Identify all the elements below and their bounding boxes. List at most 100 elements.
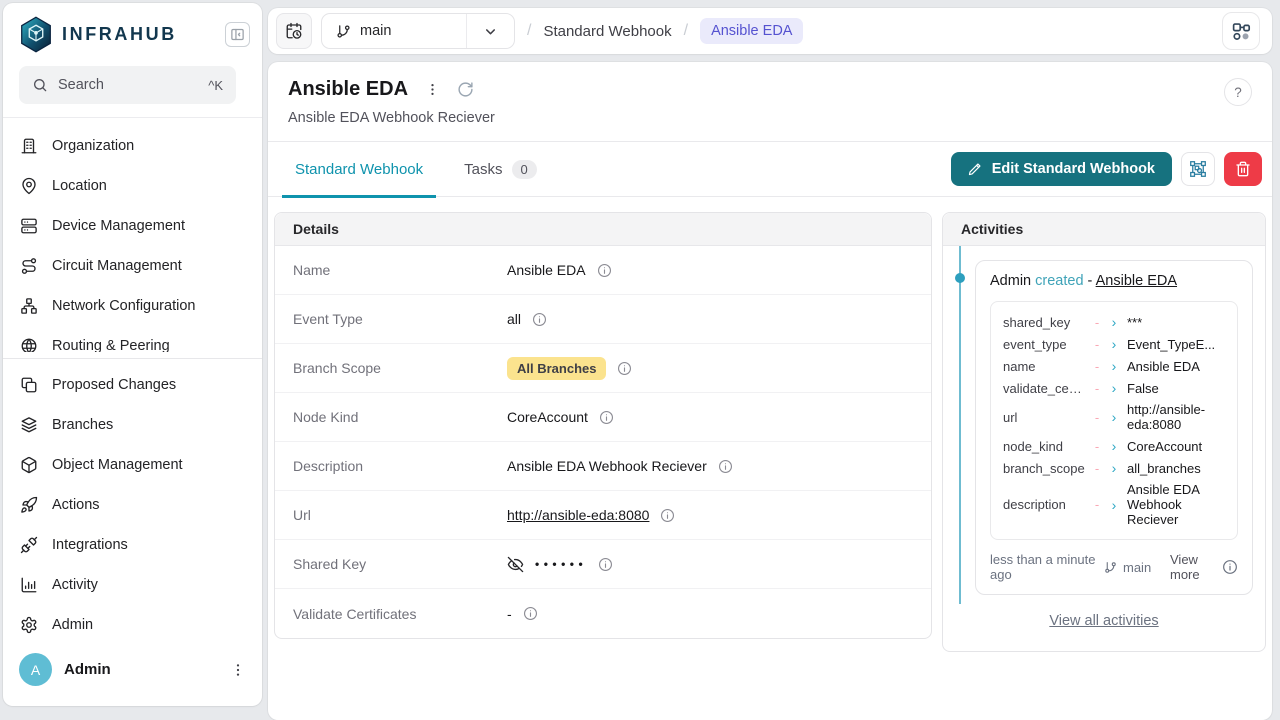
user-menu[interactable]: A Admin bbox=[3, 653, 262, 706]
delete-button[interactable] bbox=[1224, 152, 1262, 186]
activity-property-validate-certificates: validate_certificates-›False bbox=[1003, 377, 1225, 399]
sidebar-item-routing-peering[interactable]: Routing & Peering bbox=[3, 326, 262, 352]
info-icon[interactable] bbox=[617, 361, 632, 376]
shared-key-masked: •••••• bbox=[535, 557, 587, 571]
previous-value-dash: - bbox=[1093, 410, 1101, 425]
info-icon[interactable] bbox=[532, 312, 547, 327]
detail-row-shared-key: Shared Key •••••• bbox=[275, 540, 931, 589]
detail-row-branch-scope: Branch Scope All Branches bbox=[275, 344, 931, 393]
sidebar-item-network-configuration[interactable]: Network Configuration bbox=[3, 286, 262, 326]
previous-value-dash: - bbox=[1093, 439, 1101, 454]
content-area: Details Name Ansible EDA Event Type all bbox=[268, 197, 1272, 720]
activity-property-node-kind: node_kind-›CoreAccount bbox=[1003, 435, 1225, 457]
info-icon[interactable] bbox=[718, 459, 733, 474]
tasks-count-badge: 0 bbox=[512, 160, 537, 179]
view-all-activities-link[interactable]: View all activities bbox=[955, 613, 1253, 629]
activity-actor: Admin bbox=[990, 273, 1031, 289]
sidebar-item-admin[interactable]: Admin bbox=[3, 605, 262, 645]
topbar: main / Standard Webhook / Ansible EDA bbox=[268, 8, 1272, 54]
kebab-icon bbox=[425, 82, 440, 97]
search-icon bbox=[32, 77, 48, 93]
url-link[interactable]: http://ansible-eda:8080 bbox=[507, 507, 649, 523]
refresh-button[interactable] bbox=[457, 81, 474, 98]
refresh-icon bbox=[457, 81, 474, 98]
tab-standard-webhook[interactable]: Standard Webhook bbox=[282, 142, 436, 197]
activity-property-branch-scope: branch_scope-›all_branches bbox=[1003, 457, 1225, 479]
info-icon[interactable] bbox=[523, 606, 538, 621]
tab-tasks[interactable]: Tasks 0 bbox=[451, 142, 550, 197]
search-placeholder: Search bbox=[58, 77, 104, 93]
view-more-link[interactable]: View more bbox=[1170, 552, 1214, 582]
sidebar-item-proposed-changes[interactable]: Proposed Changes bbox=[3, 365, 262, 405]
edit-button[interactable]: Edit Standard Webhook bbox=[951, 152, 1172, 186]
tabs-row: Standard Webhook Tasks 0 Edit Standard W… bbox=[268, 142, 1272, 197]
detail-row-name: Name Ansible EDA bbox=[275, 246, 931, 295]
sidebar-item-circuit-management[interactable]: Circuit Management bbox=[3, 246, 262, 286]
eye-off-icon[interactable] bbox=[507, 556, 524, 573]
help-button[interactable]: ? bbox=[1224, 78, 1252, 106]
info-icon[interactable] bbox=[599, 410, 614, 425]
sidebar-item-location[interactable]: Location bbox=[3, 166, 262, 206]
detail-value-description: Ansible EDA Webhook Reciever bbox=[507, 458, 707, 474]
breadcrumb-parent[interactable]: Standard Webhook bbox=[543, 23, 671, 40]
previous-value-dash: - bbox=[1093, 381, 1101, 396]
activities-panel-title: Activities bbox=[943, 213, 1265, 246]
pencil-icon bbox=[968, 162, 982, 176]
cube-icon bbox=[20, 456, 38, 474]
apps-button[interactable] bbox=[1222, 12, 1260, 50]
activity-timeline: Admin created - Ansible EDA shared_key-›… bbox=[955, 260, 1253, 595]
page-header: Ansible EDA bbox=[268, 62, 1272, 142]
info-icon[interactable] bbox=[597, 263, 612, 278]
page-card: Ansible EDA bbox=[268, 62, 1272, 720]
sidebar-header: INFRAHUB Search ^K bbox=[3, 3, 262, 104]
branch-selector[interactable]: main bbox=[321, 13, 515, 49]
activity-target-link[interactable]: Ansible EDA bbox=[1096, 273, 1177, 289]
details-panel: Details Name Ansible EDA Event Type all bbox=[274, 212, 932, 639]
route-icon bbox=[20, 257, 38, 275]
sidebar-item-device-management[interactable]: Device Management bbox=[3, 206, 262, 246]
sidebar-collapse-button[interactable] bbox=[225, 22, 250, 47]
branch-selector-caret[interactable] bbox=[466, 14, 514, 48]
activity-branch: main bbox=[1104, 560, 1151, 575]
activity-property-url: url-›http://ansible-eda:8080 bbox=[1003, 399, 1225, 435]
breadcrumb-separator: / bbox=[684, 22, 688, 40]
activity-property-name: name-›Ansible EDA bbox=[1003, 355, 1225, 377]
detail-row-node-kind: Node Kind CoreAccount bbox=[275, 393, 931, 442]
info-icon[interactable] bbox=[1222, 559, 1238, 575]
sidebar-nav: OrganizationLocationDevice ManagementCir… bbox=[3, 118, 262, 645]
sidebar-item-organization[interactable]: Organization bbox=[3, 126, 262, 166]
page-title: Ansible EDA bbox=[288, 78, 408, 101]
logo-wordmark: INFRAHUB bbox=[62, 24, 177, 45]
breadcrumb-current[interactable]: Ansible EDA bbox=[700, 18, 803, 44]
breadcrumb-separator: / bbox=[527, 22, 531, 40]
chevron-down-icon bbox=[483, 24, 498, 39]
manage-groups-button[interactable] bbox=[1181, 152, 1215, 186]
bar-chart-icon bbox=[20, 576, 38, 594]
nav-section-platform: Proposed ChangesBranchesObject Managemen… bbox=[3, 365, 262, 645]
plug-icon bbox=[20, 536, 38, 554]
detail-value-node-kind: CoreAccount bbox=[507, 409, 588, 425]
search-input[interactable]: Search ^K bbox=[19, 66, 236, 104]
object-kebab-menu[interactable] bbox=[425, 82, 440, 97]
sidebar-item-actions[interactable]: Actions bbox=[3, 485, 262, 525]
sidebar-item-integrations[interactable]: Integrations bbox=[3, 525, 262, 565]
panel-collapse-icon bbox=[230, 27, 245, 42]
activity-timestamp: less than a minute ago bbox=[990, 552, 1096, 582]
app-root: INFRAHUB Search ^K bbox=[0, 0, 1280, 720]
layers-icon bbox=[20, 416, 38, 434]
info-icon[interactable] bbox=[598, 557, 613, 572]
activity-title: Admin created - Ansible EDA bbox=[990, 273, 1238, 289]
map-pin-icon bbox=[20, 177, 38, 195]
sidebar-item-activity[interactable]: Activity bbox=[3, 565, 262, 605]
search-shortcut: ^K bbox=[208, 78, 223, 93]
previous-value-dash: - bbox=[1093, 461, 1101, 476]
info-icon[interactable] bbox=[660, 508, 675, 523]
rocket-icon bbox=[20, 496, 38, 514]
sidebar-item-object-management[interactable]: Object Management bbox=[3, 445, 262, 485]
user-kebab-icon[interactable] bbox=[230, 662, 246, 678]
activities-panel: Activities Admin created - Ansible EDA bbox=[942, 212, 1266, 652]
timeframe-button[interactable] bbox=[276, 13, 312, 49]
sidebar-item-branches[interactable]: Branches bbox=[3, 405, 262, 445]
git-branch-icon bbox=[336, 24, 351, 39]
change-arrow-icon: › bbox=[1109, 314, 1119, 330]
